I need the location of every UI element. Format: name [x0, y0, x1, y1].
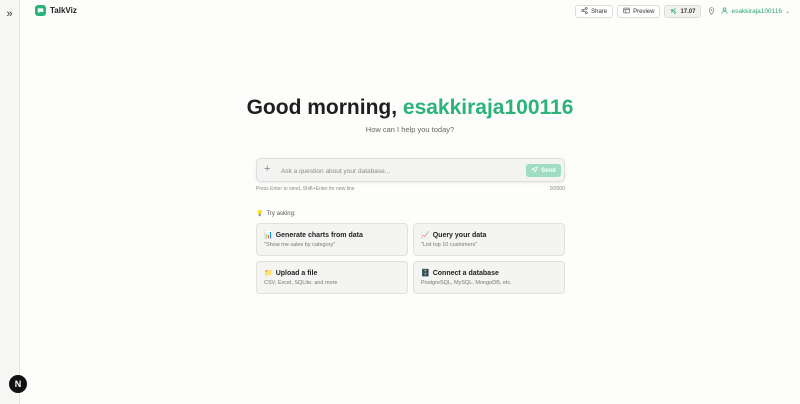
user-menu[interactable]: esakkiraja100116 ⌄	[721, 7, 790, 16]
card-title-text: Connect a database	[432, 269, 499, 277]
composer-hint: Press Enter to send, Shift+Enter for new…	[256, 186, 355, 192]
share-label: Share	[591, 8, 608, 15]
card-description: CSV, Excel, SQLite, and more	[264, 280, 338, 286]
window-icon	[623, 7, 630, 16]
send-button[interactable]: Send	[526, 164, 561, 177]
greeting-text: Good morning,	[246, 96, 403, 119]
lightbulb-icon: 💡	[256, 211, 264, 217]
user-name: esakkiraja100116	[731, 8, 782, 15]
card-description: "List top 10 customers"	[421, 242, 478, 248]
credits-icon	[670, 7, 677, 16]
sidebar: »	[0, 0, 20, 404]
credits-value: 17.07	[680, 8, 696, 15]
user-icon	[721, 7, 728, 16]
trend-chart-icon: 📈	[421, 232, 430, 239]
database-icon: 🗄️	[421, 270, 430, 277]
suggestion-card-upload[interactable]: 📁 Upload a file CSV, Excel, SQLite, and m…	[256, 261, 408, 294]
chat-composer: + Send	[256, 158, 565, 182]
greeting-section: Good morning, esakkiraja100116 How can I…	[0, 96, 800, 134]
ask-input[interactable]	[279, 164, 523, 179]
dev-tools-badge[interactable]: N	[9, 375, 27, 393]
page-subtitle: How can I help you today?	[365, 125, 455, 134]
suggestion-card-query[interactable]: 📈 Query your data "List top 10 customers"	[413, 223, 565, 256]
brand[interactable]: TalkViz	[35, 5, 77, 16]
preview-label: Preview	[633, 8, 655, 15]
send-label: Send	[541, 167, 556, 174]
location-pin-icon[interactable]	[705, 6, 717, 17]
bar-chart-icon: 📊	[264, 232, 273, 239]
page-title: Good morning, esakkiraja100116	[20, 96, 800, 120]
share-button[interactable]: Share	[575, 5, 614, 18]
suggestions-heading-label: Try asking:	[266, 210, 296, 217]
card-title-text: Query your data	[432, 231, 487, 239]
suggestion-card-charts[interactable]: 📊 Generate charts from data "Show me sale…	[256, 223, 408, 256]
character-count: 0/2000	[549, 186, 565, 192]
greeting-user-name: esakkiraja100116	[402, 96, 574, 119]
chat-icon	[35, 5, 46, 16]
card-title: 📁 Upload a file	[264, 269, 318, 278]
card-title: 📊 Generate charts from data	[264, 231, 363, 240]
share-icon	[581, 7, 588, 16]
card-description: "Show me sales by category"	[264, 242, 336, 248]
expand-sidebar-button[interactable]: »	[3, 8, 16, 21]
header-actions: Share Preview 17.07 esakkiraja100116 ⌄	[575, 5, 790, 18]
chevron-down-icon: ⌄	[784, 9, 790, 15]
card-title: 📈 Query your data	[421, 231, 487, 240]
suggestion-card-database[interactable]: 🗄️ Connect a database PostgreSQL, MySQL, …	[413, 261, 565, 294]
card-title: 🗄️ Connect a database	[421, 269, 499, 278]
folder-icon: 📁	[264, 270, 273, 277]
credits-button[interactable]: 17.07	[664, 5, 702, 18]
top-bar: TalkViz Share Preview 17.07 esakkiraja10…	[20, 0, 800, 22]
card-title-text: Generate charts from data	[275, 231, 363, 239]
brand-name: TalkViz	[50, 6, 77, 15]
card-description: PostgreSQL, MySQL, MongoDB, etc.	[421, 280, 512, 286]
send-icon	[531, 166, 538, 175]
card-title-text: Upload a file	[275, 269, 318, 277]
preview-button[interactable]: Preview	[617, 5, 661, 18]
attach-plus-icon[interactable]: +	[264, 163, 270, 175]
suggestions-heading: 💡 Try asking:	[256, 210, 296, 218]
